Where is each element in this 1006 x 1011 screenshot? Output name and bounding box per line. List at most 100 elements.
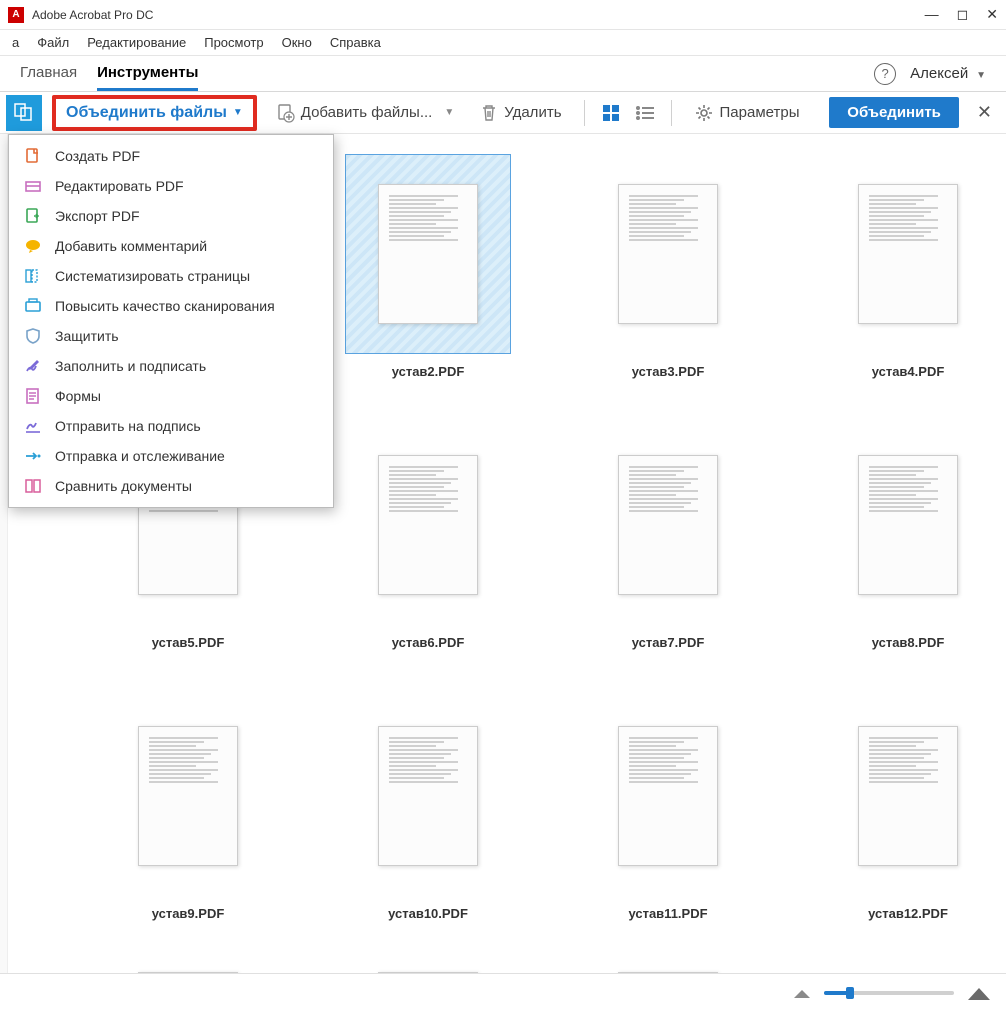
dropdown-item-send-sign[interactable]: Отправить на подпись <box>9 411 333 441</box>
create-pdf-icon <box>23 146 43 166</box>
window-close-button[interactable]: ✕ <box>986 6 998 23</box>
forms-icon <box>23 386 43 406</box>
app-logo-icon: A <box>8 7 24 23</box>
menu-window[interactable]: Окно <box>276 33 318 52</box>
view-list-button[interactable] <box>633 101 657 125</box>
dropdown-item-organize[interactable]: Систематизировать страницы <box>9 261 333 291</box>
dropdown-item-protect[interactable]: Защитить <box>9 321 333 351</box>
combine-files-label: Объединить файлы <box>66 104 227 122</box>
dropdown-item-label: Экспорт PDF <box>55 208 140 224</box>
user-name: Алексей <box>910 65 968 82</box>
file-name: устав10.PDF <box>388 906 468 921</box>
trash-icon <box>480 103 498 123</box>
protect-icon <box>23 326 43 346</box>
gear-icon <box>694 103 714 123</box>
file-thumbnail[interactable]: устав11.PDF <box>548 696 788 921</box>
file-thumbnail[interactable]: устав2.PDF <box>308 154 548 379</box>
thumbnail-frame <box>585 696 751 896</box>
dropdown-item-label: Формы <box>55 388 101 404</box>
dropdown-item-send-track[interactable]: Отправка и отслеживание <box>9 441 333 471</box>
comment-icon <box>23 236 43 256</box>
tabs-row: Главная Инструменты ? Алексей ▼ <box>0 56 1006 92</box>
delete-label: Удалить <box>504 104 561 121</box>
file-name: устав6.PDF <box>392 635 465 650</box>
add-files-label: Добавить файлы... <box>301 104 433 121</box>
file-thumbnail[interactable]: устав4.PDF <box>788 154 1006 379</box>
menu-file[interactable]: Файл <box>31 33 75 52</box>
window-minimize-button[interactable]: — <box>925 6 939 23</box>
page-preview <box>378 455 478 595</box>
zoom-bar <box>0 973 1006 1011</box>
tab-home[interactable]: Главная <box>20 56 77 91</box>
file-name: устав9.PDF <box>152 906 225 921</box>
zoom-in-icon[interactable] <box>966 984 992 1002</box>
dropdown-item-label: Защитить <box>55 328 119 344</box>
toolbar-separator <box>671 100 672 126</box>
file-thumbnail[interactable]: устав12.PDF <box>788 696 1006 921</box>
dropdown-item-label: Систематизировать страницы <box>55 268 250 284</box>
dropdown-item-label: Повысить качество сканирования <box>55 298 275 314</box>
list-icon <box>635 105 655 121</box>
file-name: устав3.PDF <box>632 364 705 379</box>
dropdown-item-label: Отправка и отслеживание <box>55 448 225 464</box>
dropdown-item-fill-sign[interactable]: Заполнить и подписать <box>9 351 333 381</box>
dropdown-item-label: Отправить на подпись <box>55 418 201 434</box>
delete-button[interactable]: Удалить <box>472 99 569 127</box>
page-preview <box>618 726 718 866</box>
dropdown-item-label: Сравнить документы <box>55 478 192 494</box>
dropdown-item-compare[interactable]: Сравнить документы <box>9 471 333 501</box>
file-name: устав5.PDF <box>152 635 225 650</box>
file-thumbnail[interactable]: устав3.PDF <box>548 154 788 379</box>
zoom-out-icon[interactable] <box>792 986 812 1000</box>
combine-tool-icon[interactable] <box>6 95 42 131</box>
file-thumbnail[interactable]: устав7.PDF <box>548 425 788 650</box>
window-maximize-button[interactable]: ◻ <box>957 6 969 23</box>
file-thumbnail[interactable]: устав8.PDF <box>788 425 1006 650</box>
file-thumbnail[interactable]: устав9.PDF <box>68 696 308 921</box>
tab-tools[interactable]: Инструменты <box>97 56 198 91</box>
menu-edit[interactable]: Редактирование <box>81 33 192 52</box>
dropdown-item-export-pdf[interactable]: Экспорт PDF <box>9 201 333 231</box>
chevron-down-icon: ▼ <box>444 107 454 118</box>
organize-icon <box>23 266 43 286</box>
thumbnail-frame <box>585 425 751 625</box>
thumbnail-frame <box>825 696 991 896</box>
page-preview <box>618 455 718 595</box>
dropdown-item-comment[interactable]: Добавить комментарий <box>9 231 333 261</box>
help-icon[interactable]: ? <box>874 63 896 85</box>
left-strip <box>0 134 8 973</box>
dropdown-item-label: Редактировать PDF <box>55 178 184 194</box>
app-title: Adobe Acrobat Pro DC <box>32 8 153 22</box>
dropdown-item-label: Создать PDF <box>55 148 140 164</box>
user-menu[interactable]: Алексей ▼ <box>910 65 986 82</box>
file-name: устав11.PDF <box>628 906 707 921</box>
edit-pdf-icon <box>23 176 43 196</box>
zoom-slider[interactable] <box>824 991 954 995</box>
panel-close-button[interactable]: ✕ <box>969 102 1000 123</box>
combine-button[interactable]: Объединить <box>829 97 959 128</box>
menu-view[interactable]: Просмотр <box>198 33 269 52</box>
dropdown-item-edit-pdf[interactable]: Редактировать PDF <box>9 171 333 201</box>
file-name: устав12.PDF <box>868 906 948 921</box>
page-preview <box>618 184 718 324</box>
page-preview <box>138 726 238 866</box>
thumbnail-frame <box>825 425 991 625</box>
thumbnail-frame <box>345 154 511 354</box>
toolbar: Объединить файлы ▼ Добавить файлы... ▼ У… <box>0 92 1006 134</box>
thumbnail-frame <box>105 696 271 896</box>
dropdown-item-enhance-scan[interactable]: Повысить качество сканирования <box>9 291 333 321</box>
file-thumbnail[interactable]: устав6.PDF <box>308 425 548 650</box>
chevron-down-icon: ▼ <box>233 107 243 118</box>
dropdown-item-create-pdf[interactable]: Создать PDF <box>9 141 333 171</box>
options-button[interactable]: Параметры <box>686 99 808 127</box>
add-files-button[interactable]: Добавить файлы... ▼ <box>267 99 462 127</box>
page-preview <box>378 726 478 866</box>
file-thumbnail[interactable]: устав10.PDF <box>308 696 548 921</box>
fill-sign-icon <box>23 356 43 376</box>
combine-files-dropdown[interactable]: Объединить файлы ▼ <box>52 95 257 131</box>
dropdown-item-forms[interactable]: Формы <box>9 381 333 411</box>
view-grid-button[interactable] <box>599 101 623 125</box>
menu-help[interactable]: Справка <box>324 33 387 52</box>
dropdown-item-label: Добавить комментарий <box>55 238 207 254</box>
thumbnail-frame <box>585 154 751 354</box>
